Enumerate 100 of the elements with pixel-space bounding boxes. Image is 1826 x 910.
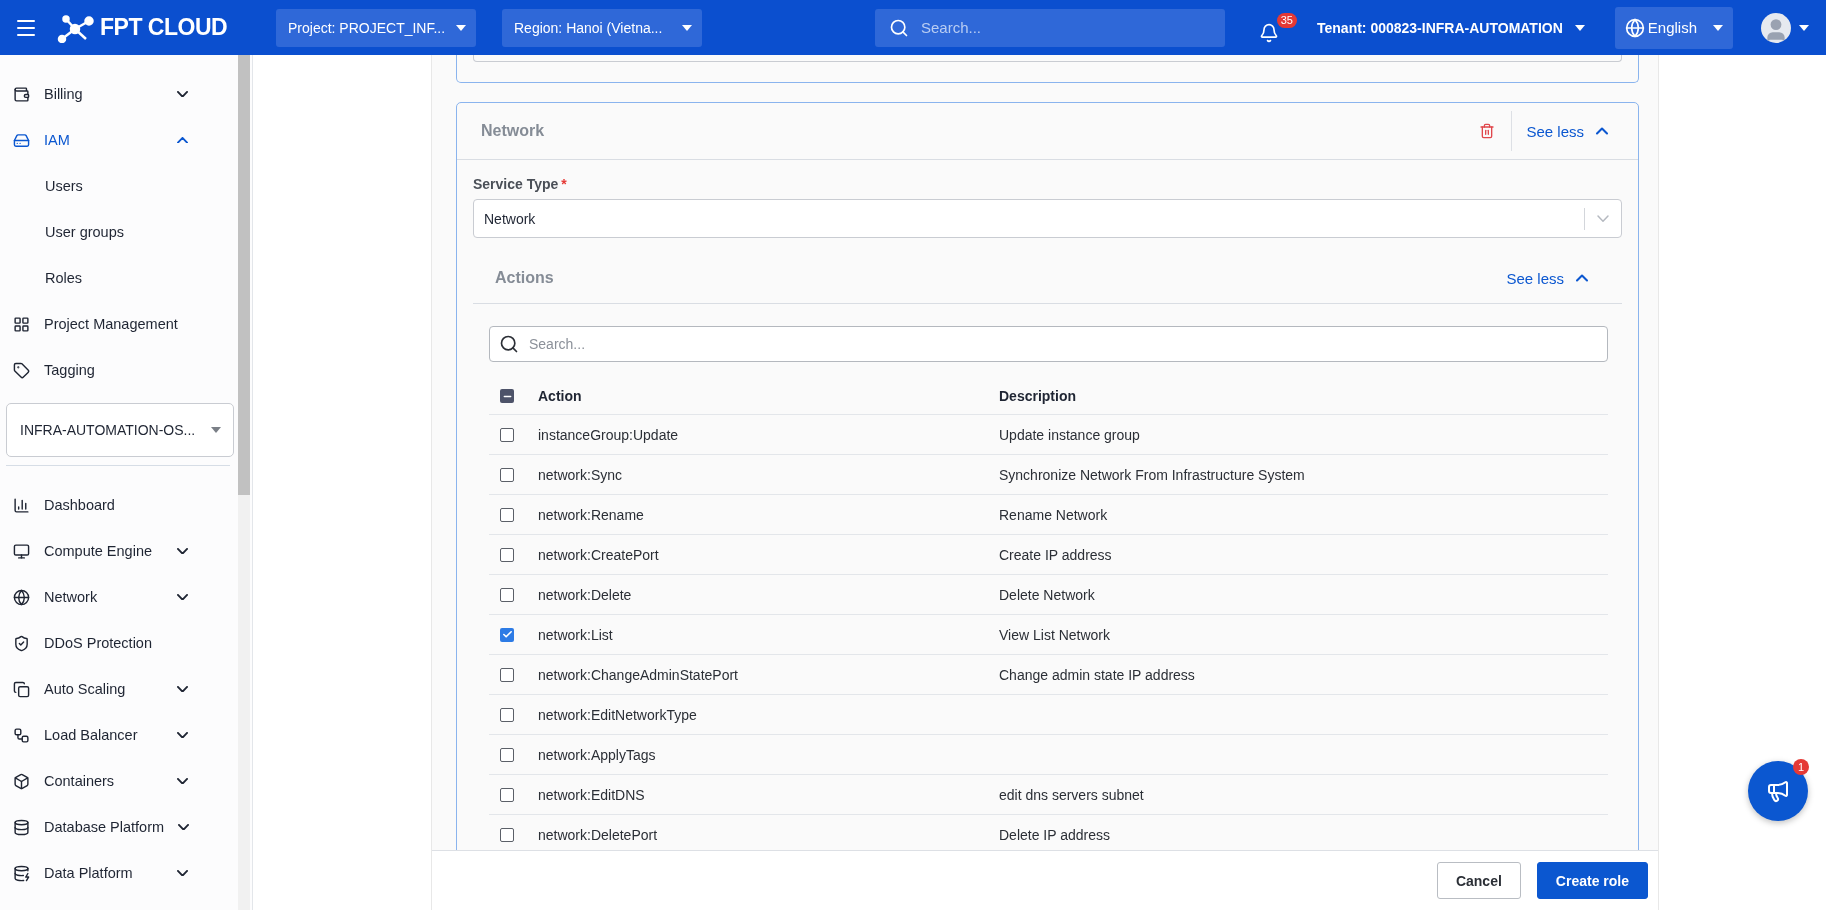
card-title: Network: [481, 122, 546, 140]
sidebar-item[interactable]: DDoS Protection: [0, 620, 238, 666]
table-cell-text: Synchronize Network From Infrastructure System: [999, 466, 1306, 483]
region-select[interactable]: Region: Hanoi (Vietna...: [502, 8, 702, 47]
search-field[interactable]: Search...: [489, 326, 1608, 362]
column-header: Description: [999, 388, 1077, 404]
checkbox[interactable]: [500, 787, 514, 802]
announcements-button[interactable]: 1: [1748, 761, 1808, 821]
table-cell-text: Delete Network: [999, 586, 1096, 603]
section-title: Actions: [495, 269, 555, 287]
checkbox[interactable]: [500, 389, 514, 403]
box-icon: [13, 772, 30, 790]
trash-icon: [1479, 123, 1496, 139]
table-cell-text: View List Network: [999, 626, 1111, 643]
table-cell-text: network:List: [538, 626, 614, 643]
table-cell-text: edit dns servers subnet: [999, 786, 1145, 803]
grid-icon: [13, 315, 30, 333]
sidebar-subitem[interactable]: Users: [0, 163, 238, 209]
sidebar-item[interactable]: Billing: [0, 71, 238, 117]
avatar: [1760, 12, 1791, 43]
table-cell-text: network:Rename: [538, 506, 645, 523]
see-less-link[interactable]: See less: [1506, 268, 1592, 288]
cancel-button[interactable]: Cancel: [1436, 862, 1521, 899]
checkbox[interactable]: [500, 427, 514, 442]
account-menu[interactable]: [1760, 12, 1809, 43]
service-type-select[interactable]: Network: [473, 199, 1622, 238]
table-cell-text: Rename Network: [999, 506, 1109, 523]
sidebar-item[interactable]: Compute Engine: [0, 528, 238, 574]
drive-icon: [13, 131, 30, 149]
notifications-button[interactable]: 35: [1253, 12, 1297, 43]
chevron-down-icon: [177, 869, 188, 877]
check-icon: [501, 629, 513, 640]
bar-chart-icon: [13, 496, 30, 514]
input-field[interactable]: [473, 55, 1622, 62]
search-icon: [889, 17, 909, 38]
nodes-icon: [13, 726, 30, 744]
caret-icon: [1712, 24, 1723, 31]
monitor-icon: [13, 542, 30, 560]
shield-icon: [13, 634, 30, 652]
table-cell-text: network:Delete: [538, 586, 633, 603]
table-cell-text: Create IP address: [999, 546, 1113, 563]
sidebar-item[interactable]: Dashboard: [0, 482, 238, 528]
table-cell-text: network:Sync: [538, 466, 624, 483]
sidebar-item[interactable]: Containers: [0, 758, 238, 804]
sidebar-item[interactable]: Data Platform: [0, 850, 238, 896]
language-select[interactable]: English: [1614, 6, 1733, 49]
table-cell-text: network:EditNetworkType: [538, 706, 698, 723]
search-field[interactable]: Search...: [875, 8, 1225, 47]
project-select[interactable]: Project: PROJECT_INF...: [276, 8, 476, 47]
table-cell-text: network:DeletePort: [538, 826, 659, 843]
checkbox[interactable]: [500, 827, 514, 842]
caret-icon: [1798, 24, 1809, 31]
required-mark: *: [561, 176, 567, 192]
wallet-icon: [13, 85, 30, 103]
checkbox[interactable]: [500, 547, 514, 562]
sidebar-item[interactable]: Tagging: [0, 347, 238, 393]
sidebar-item[interactable]: Auto Scaling: [0, 666, 238, 712]
sidebar-subitem[interactable]: User groups: [0, 209, 238, 255]
chevron-down-icon: [177, 593, 188, 601]
table-cell-text: Update instance group: [999, 426, 1141, 443]
field-label: Service Type: [473, 176, 559, 192]
see-less-link[interactable]: See less: [1526, 121, 1612, 141]
chevron-down-icon: [178, 823, 190, 831]
caret-icon: [211, 427, 221, 433]
checkbox[interactable]: [500, 707, 514, 722]
checkbox[interactable]: [500, 627, 514, 642]
project-select[interactable]: INFRA-AUTOMATION-OS...: [6, 403, 234, 457]
create-button[interactable]: Create role: [1536, 862, 1648, 899]
sidebar-item[interactable]: Network: [0, 574, 238, 620]
delete-button[interactable]: [1479, 123, 1496, 139]
bell-icon: [1259, 22, 1279, 43]
tenant-menu[interactable]: Tenant: 000823-INFRA-AUTOMATION: [1317, 19, 1585, 36]
caret-icon: [1574, 24, 1585, 31]
checkbox[interactable]: [500, 587, 514, 602]
sidebar-item[interactable]: Load Balancer: [0, 712, 238, 758]
chevron-down-icon: [177, 777, 188, 785]
megaphone-icon: [1766, 779, 1790, 803]
table-cell-text: Delete IP address: [999, 826, 1112, 843]
column-header: Action: [538, 388, 583, 404]
checkbox[interactable]: [500, 467, 514, 482]
checkbox[interactable]: [500, 507, 514, 522]
table-cell-text: network:CreatePort: [538, 546, 660, 563]
table-cell-text: network:ChangeAdminStatePort: [538, 666, 739, 683]
database-icon: [13, 818, 30, 836]
chevron-up-icon: [177, 136, 188, 144]
table-cell-text: network:ApplyTags: [538, 746, 657, 763]
chevron-down-icon: [177, 685, 188, 693]
search-icon: [499, 334, 519, 354]
checkbox[interactable]: [500, 747, 514, 762]
sidebar-subitem[interactable]: Roles: [0, 255, 238, 301]
scrollbar[interactable]: [238, 55, 250, 495]
copy-icon: [13, 680, 30, 698]
sidebar-item[interactable]: Project Management: [0, 301, 238, 347]
sidebar-item[interactable]: Database Platform: [0, 804, 238, 850]
globe-icon: [13, 588, 30, 606]
tag-icon: [13, 361, 30, 379]
globe-icon: [1624, 17, 1645, 38]
sidebar-item[interactable]: IAM: [0, 117, 238, 163]
checkbox[interactable]: [500, 667, 514, 682]
logo: FPT CLOUD: [56, 12, 234, 43]
